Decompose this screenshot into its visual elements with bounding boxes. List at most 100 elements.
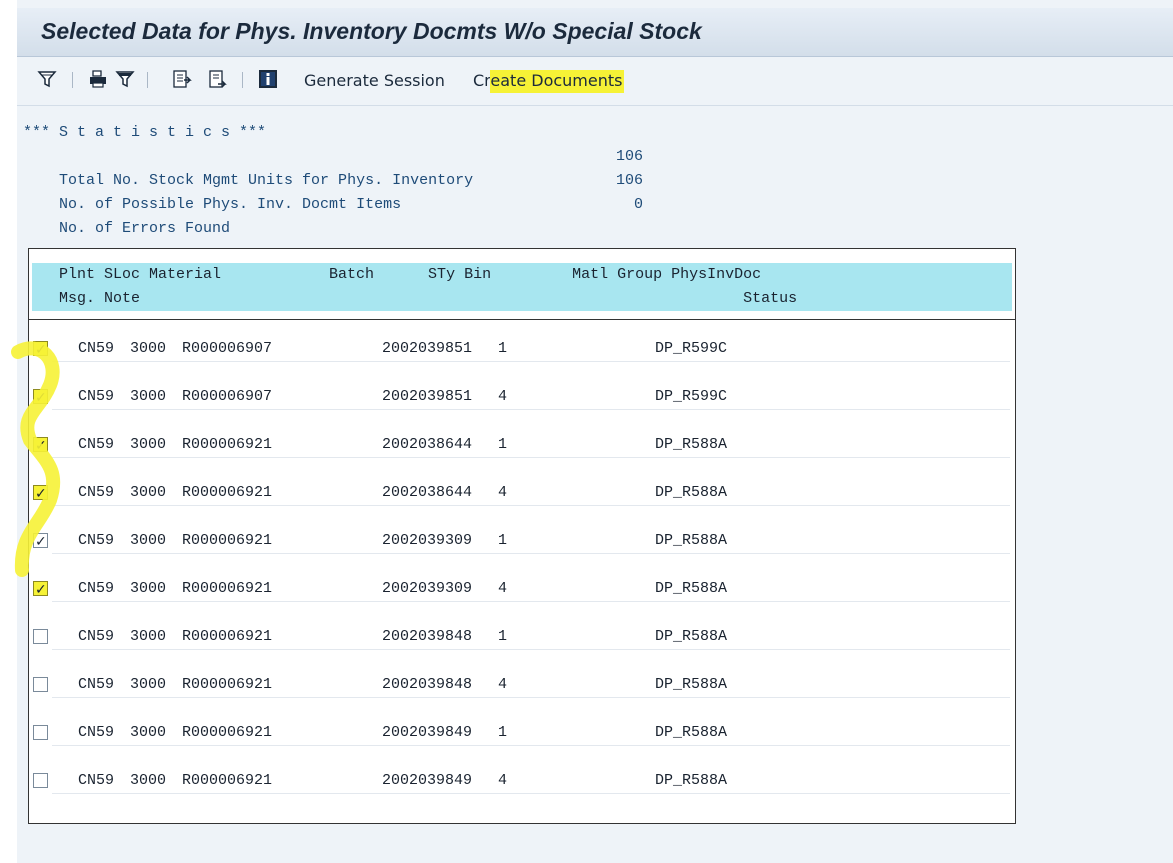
cell-material: R000006921 xyxy=(182,436,273,453)
info-icon[interactable] xyxy=(257,68,279,90)
cell-batch: 2002038644 xyxy=(382,484,473,501)
cell-matl-group: DP_R588A xyxy=(655,484,728,501)
cell-matl-group: DP_R599C xyxy=(655,388,728,405)
row-checkbox[interactable] xyxy=(33,530,48,554)
statistics-value: 0 xyxy=(633,196,643,213)
cell-material: R000006921 xyxy=(182,484,273,501)
cell-sty: 4 xyxy=(498,676,508,693)
generate-session-button[interactable]: Generate Session xyxy=(304,71,445,90)
row-checkbox[interactable] xyxy=(33,482,48,506)
toolbar-separator xyxy=(147,72,148,88)
cell-material: R000006921 xyxy=(182,532,273,549)
statistics-line: Total No. Stock Mgmt Units for Phys. Inv… xyxy=(23,145,643,189)
cell-sloc: 3000 xyxy=(130,580,167,597)
list-header-line-2: Msg. Note Status xyxy=(59,290,798,307)
row-checkbox[interactable] xyxy=(33,386,48,410)
cell-sty: 1 xyxy=(498,532,508,549)
cell-plant: CN59 xyxy=(78,436,115,453)
cell-batch: 2002039851 xyxy=(382,388,473,405)
cell-plant: CN59 xyxy=(78,772,115,789)
row-checkbox[interactable] xyxy=(33,338,48,362)
cell-batch: 2002039849 xyxy=(382,724,473,741)
cell-batch: 2002038644 xyxy=(382,436,473,453)
table-row[interactable]: CN59 3000 R000006907 2002039851 1 DP_R599C xyxy=(33,337,1010,362)
row-checkbox[interactable] xyxy=(33,629,48,644)
cell-matl-group: DP_R588A xyxy=(655,724,728,741)
table-row[interactable]: CN59 3000 R000006921 2002038644 4 DP_R588A xyxy=(33,481,1010,506)
cell-sloc: 3000 xyxy=(130,724,167,741)
table-row[interactable]: CN59 3000 R000006921 2002038644 1 DP_R588A xyxy=(33,433,1010,458)
header-divider xyxy=(29,319,1015,320)
export-icon[interactable] xyxy=(170,68,192,90)
table-row[interactable]: CN59 3000 R000006921 2002039309 1 DP_R588A xyxy=(33,529,1010,554)
table-row[interactable]: CN59 3000 R000006921 2002039848 1 DP_R588A xyxy=(33,625,1010,650)
table-row[interactable]: CN59 3000 R000006921 2002039849 4 DP_R588A xyxy=(33,769,1010,794)
cell-sloc: 3000 xyxy=(130,676,167,693)
cell-material: R000006907 xyxy=(182,388,273,405)
cell-material: R000006921 xyxy=(182,628,273,645)
cell-sloc: 3000 xyxy=(130,532,167,549)
cell-batch: 2002039848 xyxy=(382,676,473,693)
cell-sloc: 3000 xyxy=(130,484,167,501)
cell-sty: 1 xyxy=(498,724,508,741)
statistics-heading: *** S t a t i s t i c s *** xyxy=(23,124,267,141)
cell-plant: CN59 xyxy=(78,388,115,405)
cell-sty: 1 xyxy=(498,340,508,357)
cell-matl-group: DP_R588A xyxy=(655,436,728,453)
cell-plant: CN59 xyxy=(78,676,115,693)
row-checkbox[interactable] xyxy=(33,434,48,458)
application-toolbar: Generate Session Create Documents xyxy=(17,57,1173,106)
cell-plant: CN59 xyxy=(78,340,115,357)
left-margin xyxy=(0,0,17,863)
table-row[interactable]: CN59 3000 R000006921 2002039309 4 DP_R588A xyxy=(33,577,1010,602)
statistics-value: 106 xyxy=(615,172,643,189)
cell-sloc: 3000 xyxy=(130,436,167,453)
sum-icon[interactable] xyxy=(114,68,136,90)
cell-sty: 4 xyxy=(498,580,508,597)
statistics-line: No. of Possible Phys. Inv. Docmt Items 1… xyxy=(23,169,643,213)
cell-batch: 2002039851 xyxy=(382,340,473,357)
row-checkbox[interactable] xyxy=(33,677,48,692)
print-icon[interactable] xyxy=(87,68,109,90)
cell-batch: 2002039309 xyxy=(382,580,473,597)
cell-material: R000006921 xyxy=(182,580,273,597)
row-checkbox[interactable] xyxy=(33,773,48,788)
export-local-icon[interactable] xyxy=(206,68,228,90)
result-list: Plnt SLoc Material Batch STy Bin Matl Gr… xyxy=(28,248,1016,824)
cell-matl-group: DP_R588A xyxy=(655,628,728,645)
cell-plant: CN59 xyxy=(78,580,115,597)
cell-sloc: 3000 xyxy=(130,772,167,789)
statistics-value: 106 xyxy=(615,148,643,165)
row-checkbox[interactable] xyxy=(33,725,48,740)
cell-sloc: 3000 xyxy=(130,340,167,357)
cell-sty: 4 xyxy=(498,388,508,405)
table-row[interactable]: CN59 3000 R000006907 2002039851 4 DP_R599C xyxy=(33,385,1010,410)
cell-batch: 2002039848 xyxy=(382,628,473,645)
table-row[interactable]: CN59 3000 R000006921 2002039849 1 DP_R588A xyxy=(33,721,1010,746)
list-header: Plnt SLoc Material Batch STy Bin Matl Gr… xyxy=(32,263,1012,311)
table-row[interactable]: CN59 3000 R000006921 2002039848 4 DP_R588A xyxy=(33,673,1010,698)
cell-matl-group: DP_R588A xyxy=(655,532,728,549)
cell-material: R000006921 xyxy=(182,676,273,693)
create-documents-button[interactable]: Create Documents xyxy=(473,70,625,93)
statistics-line: No. of Errors Found 0 xyxy=(23,193,643,237)
toolbar-separator xyxy=(242,72,243,88)
filter-icon[interactable] xyxy=(36,68,58,90)
cell-sty: 4 xyxy=(498,484,508,501)
cell-plant: CN59 xyxy=(78,484,115,501)
cell-material: R000006921 xyxy=(182,772,273,789)
cell-matl-group: DP_R588A xyxy=(655,580,728,597)
cell-sty: 4 xyxy=(498,772,508,789)
row-checkbox[interactable] xyxy=(33,578,48,602)
cell-sty: 1 xyxy=(498,628,508,645)
create-documents-label-prefix: Cr xyxy=(473,71,491,90)
cell-matl-group: DP_R588A xyxy=(655,772,728,789)
create-documents-label-highlighted: eate Documents xyxy=(490,70,625,93)
statistics-block: *** S t a t i s t i c s *** Total No. St… xyxy=(23,121,643,237)
cell-material: R000006921 xyxy=(182,724,273,741)
cell-matl-group: DP_R599C xyxy=(655,340,728,357)
list-header-line-1: Plnt SLoc Material Batch STy Bin Matl Gr… xyxy=(59,266,762,283)
cell-material: R000006907 xyxy=(182,340,273,357)
page-title: Selected Data for Phys. Inventory Docmts… xyxy=(41,18,702,44)
cell-batch: 2002039309 xyxy=(382,532,473,549)
